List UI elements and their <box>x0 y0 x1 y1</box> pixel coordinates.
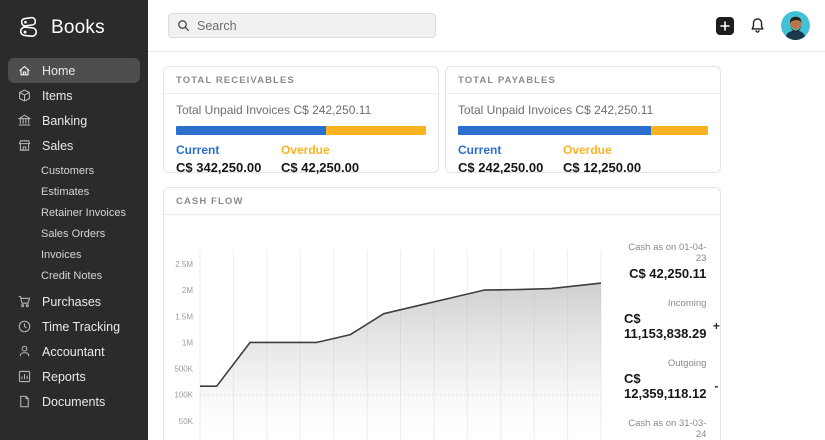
payables-progress-bar <box>458 126 708 135</box>
search-icon <box>177 19 190 32</box>
y-tick-label: 100K <box>174 391 193 400</box>
logo[interactable]: Books <box>0 0 148 52</box>
cash-flow-chart: 050K100K500K1M1.5M2M2.5MAPRMAYJUNJULAUGS… <box>164 215 624 440</box>
sidebar-item-sales[interactable]: Sales <box>8 133 140 158</box>
sidebar-item-home[interactable]: Home <box>8 58 140 83</box>
unpaid-invoices-text: Total Unpaid Invoices C$ 242,250.11 <box>458 103 708 117</box>
current-label: Current <box>176 143 281 157</box>
total-receivables-card: TOTAL RECEIVABLES Total Unpaid Invoices … <box>163 66 439 173</box>
topbar <box>148 0 825 52</box>
sidebar-item-accountant[interactable]: Accountant <box>8 339 140 364</box>
purchases-icon <box>17 294 32 309</box>
documents-icon <box>17 394 32 409</box>
sidebar-item-label: Sales <box>42 139 73 153</box>
stat-value: C$ 42,250.11 <box>629 266 706 281</box>
sidebar-item-label: Accountant <box>42 345 105 359</box>
sales-icon <box>17 138 32 153</box>
overdue-value: C$ 12,250.00 <box>563 160 641 175</box>
user-avatar[interactable] <box>781 11 810 40</box>
time-tracking-icon <box>17 319 32 334</box>
home-icon <box>17 63 32 78</box>
books-logo-icon <box>16 15 42 40</box>
card-title: CASH FLOW <box>164 188 720 215</box>
items-icon <box>17 88 32 103</box>
sidebar-item-label: Items <box>42 89 73 103</box>
overdue-label: Overdue <box>281 143 359 157</box>
overdue-label: Overdue <box>563 143 641 157</box>
bell-icon <box>749 17 766 34</box>
app-window: Books Home Items Banking Sales CustomersEsti… <box>0 0 825 440</box>
sidebar-item-label: Documents <box>42 395 105 409</box>
y-tick-label: 2.5M <box>175 260 193 269</box>
sidebar-item-time-tracking[interactable]: Time Tracking <box>8 314 140 339</box>
receivables-progress-bar <box>176 126 426 135</box>
sidebar-item-label: Home <box>42 64 75 78</box>
reports-icon <box>17 369 32 384</box>
sidebar-item-label: Reports <box>42 370 86 384</box>
current-label: Current <box>458 143 563 157</box>
sidebar-subitem-retainer-invoices[interactable]: Retainer Invoices <box>0 202 148 223</box>
search-box[interactable] <box>168 13 436 38</box>
sidebar-item-label: Time Tracking <box>42 320 120 334</box>
unpaid-invoices-text: Total Unpaid Invoices C$ 242,250.11 <box>176 103 426 117</box>
sidebar-subitem-estimates[interactable]: Estimates <box>0 181 148 202</box>
current-bar-segment <box>176 126 326 135</box>
card-title: TOTAL RECEIVABLES <box>164 67 438 94</box>
cashflow-stat-outgoing: Outgoing C$ 12,359,118.12- <box>624 358 723 401</box>
sidebar-item-label: Banking <box>42 114 87 128</box>
stat-label: Incoming <box>624 298 723 309</box>
y-tick-label: 50K <box>179 417 194 426</box>
overdue-bar-segment <box>651 126 709 135</box>
current-value: C$ 242,250.00 <box>458 160 563 175</box>
banking-icon <box>17 113 32 128</box>
card-title: TOTAL PAYABLES <box>446 67 720 94</box>
cashflow-stat-incoming: Incoming C$ 11,153,838.29+ <box>624 298 723 341</box>
notifications-button[interactable] <box>749 17 766 34</box>
cash-flow-card: CASH FLOW 050K100K500K1M1.5M2M2.5MAPRMAY… <box>163 187 721 440</box>
accountant-icon <box>17 344 32 359</box>
sidebar-item-reports[interactable]: Reports <box>8 364 140 389</box>
sidebar-item-banking[interactable]: Banking <box>8 108 140 133</box>
stat-value: C$ 11,153,838.29 <box>624 311 709 341</box>
sidebar-subitem-credit-notes[interactable]: Credit Notes <box>0 265 148 286</box>
main-area: TOTAL RECEIVABLES Total Unpaid Invoices … <box>148 0 825 440</box>
overdue-bar-segment <box>326 126 426 135</box>
search-input[interactable] <box>197 19 427 33</box>
stat-label: Cash as on 31-03-24 <box>624 418 723 440</box>
sidebar: Books Home Items Banking Sales CustomersEsti… <box>0 0 148 440</box>
stat-label: Cash as on 01-04-23 <box>624 242 723 264</box>
y-tick-label: 500K <box>174 365 193 374</box>
plus-icon <box>720 21 730 31</box>
sidebar-item-documents[interactable]: Documents <box>8 389 140 414</box>
sidebar-item-label: Purchases <box>42 295 101 309</box>
sidebar-item-items[interactable]: Items <box>8 83 140 108</box>
dashboard-content: TOTAL RECEIVABLES Total Unpaid Invoices … <box>148 52 825 440</box>
current-value: C$ 342,250.00 <box>176 160 281 175</box>
cashflow-stat-cash-as-on-01-04-23: Cash as on 01-04-23 C$ 42,250.11 <box>624 242 723 281</box>
topbar-actions <box>716 11 810 40</box>
stat-operator: + <box>709 319 723 333</box>
total-payables-card: TOTAL PAYABLES Total Unpaid Invoices C$ … <box>445 66 721 173</box>
sidebar-item-purchases[interactable]: Purchases <box>8 289 140 314</box>
cash-flow-area-chart: 050K100K500K1M1.5M2M2.5MAPRMAYJUNJULAUGS… <box>164 236 624 440</box>
stat-label: Outgoing <box>624 358 723 369</box>
y-tick-label: 2M <box>182 286 193 295</box>
sidebar-nav: HomeItemsBankingSalesCustomersEstimatesR… <box>0 52 148 420</box>
quick-add-button[interactable] <box>716 17 734 35</box>
app-title: Books <box>51 17 105 39</box>
sidebar-subitem-customers[interactable]: Customers <box>0 160 148 181</box>
y-tick-label: 1M <box>182 338 193 347</box>
sidebar-sublist: CustomersEstimatesRetainer InvoicesSales… <box>0 158 148 289</box>
sidebar-subitem-sales-orders[interactable]: Sales Orders <box>0 223 148 244</box>
stat-operator: - <box>709 379 723 393</box>
current-bar-segment <box>458 126 651 135</box>
y-tick-label: 1.5M <box>175 312 193 321</box>
stat-value: C$ 12,359,118.12 <box>624 371 709 401</box>
cash-flow-summary: Cash as on 01-04-23 C$ 42,250.11 Incoming C… <box>624 215 733 440</box>
sidebar-subitem-invoices[interactable]: Invoices <box>0 244 148 265</box>
cashflow-stat-cash-as-on-31-03-24: Cash as on 31-03-24C$ 1,541,933.67= <box>624 418 723 440</box>
overdue-value: C$ 42,250.00 <box>281 160 359 175</box>
